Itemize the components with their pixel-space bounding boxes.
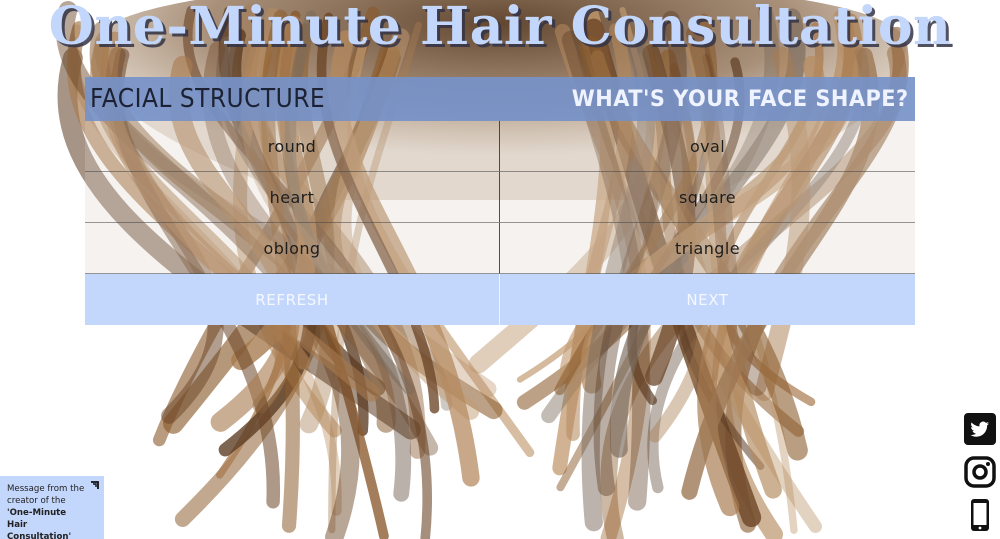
- option-oval[interactable]: oval: [500, 121, 915, 172]
- message-app-name: 'One-Minute Hair Consultation': [7, 508, 72, 539]
- creator-message-text: Message from the creator of the 'One-Min…: [7, 483, 88, 539]
- quiz-header: FACIAL STRUCTURE WHAT'S YOUR FACE SHAPE?: [85, 77, 915, 121]
- option-triangle[interactable]: triangle: [500, 223, 915, 274]
- question-text: WHAT'S YOUR FACE SHAPE?: [572, 86, 909, 112]
- phone-icon[interactable]: [963, 498, 997, 532]
- twitter-icon[interactable]: [963, 412, 997, 446]
- option-heart[interactable]: heart: [85, 172, 500, 223]
- option-round[interactable]: round: [85, 121, 500, 172]
- creator-message[interactable]: Message from the creator of the 'One-Min…: [0, 476, 104, 539]
- expand-icon[interactable]: [89, 481, 99, 491]
- refresh-button[interactable]: REFRESH: [85, 274, 500, 325]
- section-title: FACIAL STRUCTURE: [90, 84, 326, 114]
- instagram-icon[interactable]: [963, 455, 997, 489]
- option-square[interactable]: square: [500, 172, 915, 223]
- page-title: One-Minute Hair Consultation: [48, 0, 952, 57]
- social-links: [963, 412, 999, 539]
- next-button[interactable]: NEXT: [500, 274, 915, 325]
- action-bar: REFRESH NEXT: [85, 274, 915, 325]
- quiz-panel: FACIAL STRUCTURE WHAT'S YOUR FACE SHAPE?…: [85, 77, 915, 325]
- option-oblong[interactable]: oblong: [85, 223, 500, 274]
- options-grid: round oval heart square oblong triangle: [85, 121, 915, 274]
- message-prefix: Message from the creator of the: [7, 484, 85, 506]
